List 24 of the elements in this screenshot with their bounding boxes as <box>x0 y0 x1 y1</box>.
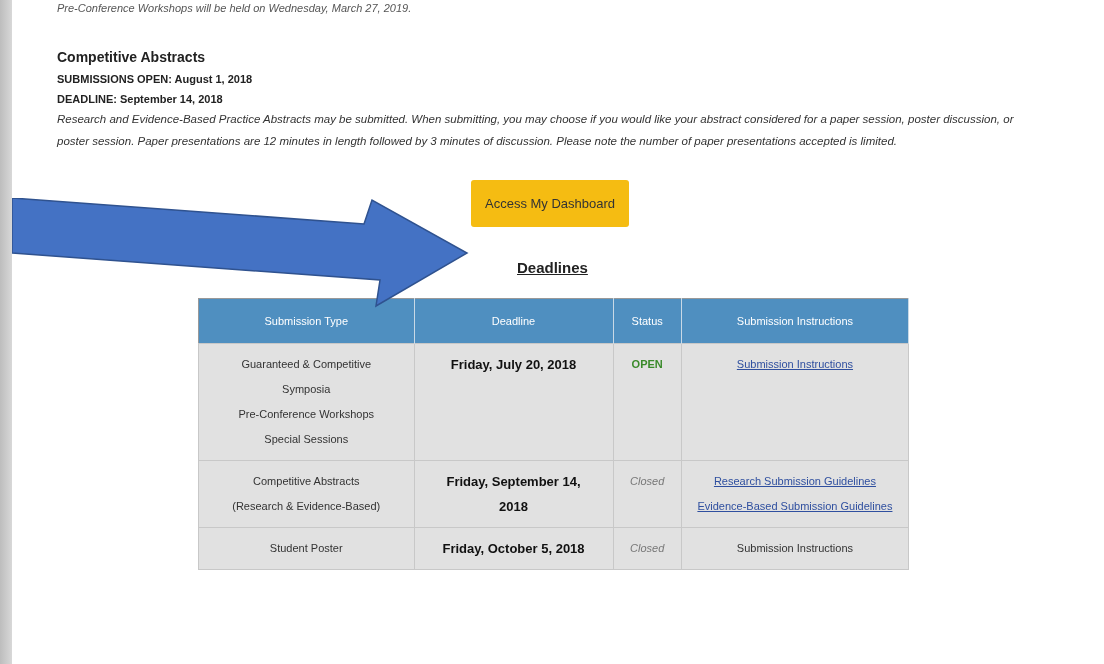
table-cell: Student Poster <box>198 527 414 570</box>
dashboard-button[interactable]: Access My Dashboard <box>471 180 630 227</box>
column-header: Submission Instructions <box>681 298 909 344</box>
table-cell: Guaranteed & Competitive Symposia Pre-Conference Workshops Special Sessions <box>198 343 414 461</box>
section-title: Competitive Abstracts <box>57 49 207 65</box>
instructions-link[interactable]: Submission Instructions <box>687 352 902 377</box>
table-cell: Friday, September 14, 2018 <box>414 460 614 528</box>
table-cell: Friday, October 5, 2018 <box>414 527 614 570</box>
instructions-link[interactable]: Evidence-Based Submission Guidelines <box>687 494 902 519</box>
date-line: SUBMISSIONS OPEN: August 1, 2018 <box>57 73 254 85</box>
table-cell: OPEN <box>613 343 682 461</box>
description-text: Research and Evidence-Based Practice Abstracts may be submitted. When submitting, you may choose if you would like your abstract considered for a paper session, poster discussion, or poster session. Paper presentations are 12 minutes in length followed by 3 minutes of discussion. Please note the number of paper presentations accepted is limited. <box>57 112 1015 149</box>
table-cell: Friday, July 20, 2018 <box>414 343 614 461</box>
date-line: DEADLINE: September 14, 2018 <box>57 93 224 105</box>
column-header: Status <box>613 298 682 344</box>
deadlines-title: Deadlines <box>517 259 588 276</box>
column-header: Deadline <box>414 298 614 344</box>
intro-text: Pre-Conference Workshops will be held on Wednesday, March 27, 2019. <box>57 1 413 15</box>
table-cell: Submission Instructions <box>681 527 909 570</box>
table-cell: Closed <box>613 460 682 528</box>
column-header: Submission Type <box>198 298 414 344</box>
instructions-link[interactable]: Research Submission Guidelines <box>687 469 902 494</box>
table-cell: Closed <box>613 527 682 570</box>
table-cell: Competitive Abstracts (Research & Evidence-Based) <box>198 460 414 528</box>
